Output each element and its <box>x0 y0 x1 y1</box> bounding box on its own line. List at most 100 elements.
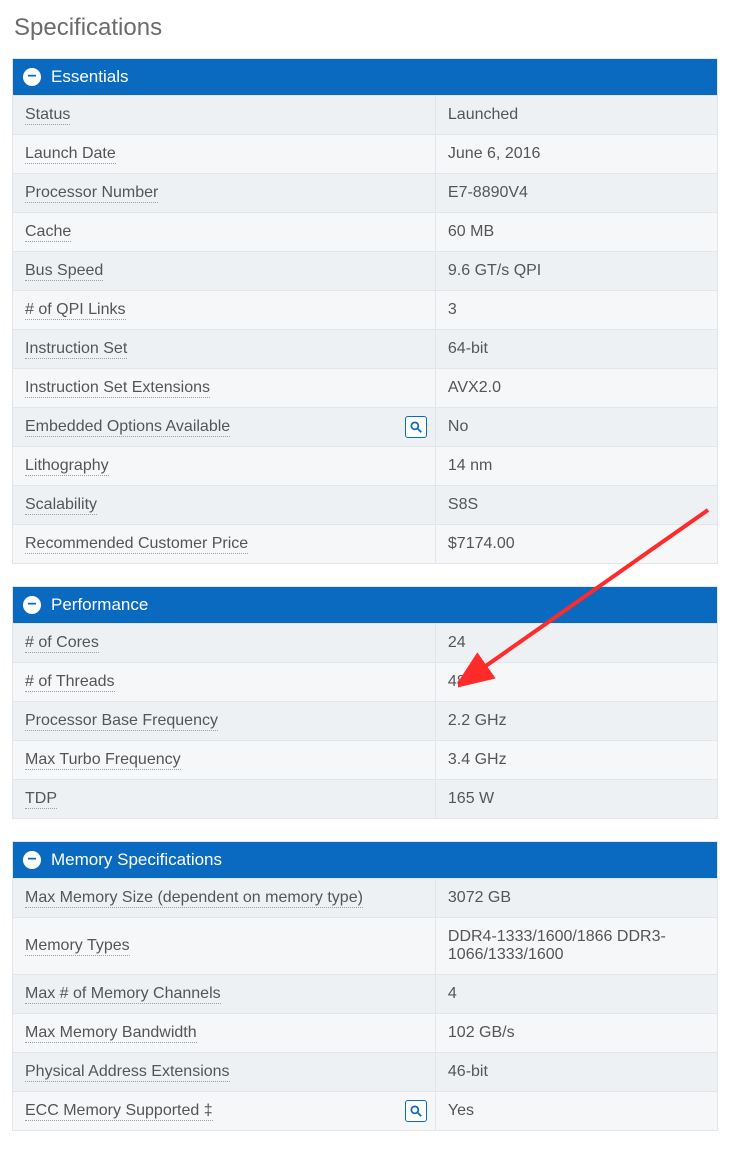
spec-value: 46-bit <box>435 1053 717 1092</box>
spec-label-cell: # of Cores <box>13 624 435 663</box>
table-row: Max Turbo Frequency 3.4 GHz <box>13 741 717 780</box>
spec-value: 102 GB/s <box>435 1014 717 1053</box>
spec-label: Processor Number <box>25 184 158 203</box>
table-row: Instruction Set Extensions AVX2.0 <box>13 369 717 408</box>
table-row: Launch Date June 6, 2016 <box>13 135 717 174</box>
page-title: Specifications <box>14 14 718 42</box>
spec-value: AVX2.0 <box>435 369 717 408</box>
spec-label-cell: Status <box>13 96 435 135</box>
spec-value: 3 <box>435 291 717 330</box>
section-title: Essentials <box>51 67 128 87</box>
spec-label: Max Turbo Frequency <box>25 751 181 770</box>
spec-value: 24 <box>435 624 717 663</box>
spec-value: $7174.00 <box>435 525 717 564</box>
spec-label-cell: Max # of Memory Channels <box>13 975 435 1014</box>
table-row: Memory TypesDDR4-1333/1600/1866 DDR3-106… <box>13 918 717 975</box>
spec-label-cell: Max Turbo Frequency <box>13 741 435 780</box>
spec-label: Bus Speed <box>25 262 103 281</box>
spec-label: Physical Address Extensions <box>25 1063 230 1082</box>
table-row: # of Cores 24 <box>13 624 717 663</box>
spec-label-cell: Max Memory Size (dependent on memory typ… <box>13 879 435 918</box>
spec-value: 3072 GB <box>435 879 717 918</box>
table-row: # of Threads 48 <box>13 663 717 702</box>
spec-label-cell: Processor Number <box>13 174 435 213</box>
spec-label-cell: Max Memory Bandwidth <box>13 1014 435 1053</box>
spec-value: S8S <box>435 486 717 525</box>
section-title: Performance <box>51 595 148 615</box>
spec-label: Max # of Memory Channels <box>25 985 221 1004</box>
section-essentials: −Essentials Status Launched Launch Date June… <box>12 58 718 564</box>
table-row: Processor Base Frequency 2.2 GHz <box>13 702 717 741</box>
section-title: Memory Specifications <box>51 850 222 870</box>
table-row: Max Memory Size (dependent on memory typ… <box>13 879 717 918</box>
table-row: Processor Number E7-8890V4 <box>13 174 717 213</box>
collapse-icon[interactable]: − <box>23 851 41 869</box>
spec-value: E7-8890V4 <box>435 174 717 213</box>
section-header-memory-specifications[interactable]: −Memory Specifications <box>13 842 717 878</box>
table-row: ECC Memory Supported ‡ Yes <box>13 1092 717 1131</box>
spec-label-cell: Recommended Customer Price <box>13 525 435 564</box>
spec-label: ECC Memory Supported ‡ <box>25 1102 213 1121</box>
spec-label-cell: Embedded Options Available <box>13 408 435 447</box>
spec-label-cell: Instruction Set <box>13 330 435 369</box>
magnifier-icon[interactable] <box>405 416 427 438</box>
table-row: Lithography 14 nm <box>13 447 717 486</box>
table-row: Bus Speed 9.6 GT/s QPI <box>13 252 717 291</box>
section-header-essentials[interactable]: −Essentials <box>13 59 717 95</box>
table-row: Max # of Memory Channels4 <box>13 975 717 1014</box>
spec-value: No <box>435 408 717 447</box>
spec-label-cell: Memory Types <box>13 918 435 975</box>
spec-value: 64-bit <box>435 330 717 369</box>
spec-label: Instruction Set <box>25 340 127 359</box>
table-row: Max Memory Bandwidth 102 GB/s <box>13 1014 717 1053</box>
table-row: Cache60 MB <box>13 213 717 252</box>
spec-label-cell: ECC Memory Supported ‡ <box>13 1092 435 1131</box>
spec-value: 165 W <box>435 780 717 819</box>
spec-value: 9.6 GT/s QPI <box>435 252 717 291</box>
spec-label: Cache <box>25 223 71 242</box>
spec-value: 3.4 GHz <box>435 741 717 780</box>
table-row: # of QPI Links3 <box>13 291 717 330</box>
table-row: Recommended Customer Price $7174.00 <box>13 525 717 564</box>
spec-value: 48 <box>435 663 717 702</box>
spec-label-cell: # of QPI Links <box>13 291 435 330</box>
spec-label: Launch Date <box>25 145 116 164</box>
spec-table: # of Cores24# of Threads48Processor Base… <box>13 623 717 818</box>
spec-label: Instruction Set Extensions <box>25 379 210 398</box>
magnifier-icon[interactable] <box>405 1100 427 1122</box>
table-row: Instruction Set 64-bit <box>13 330 717 369</box>
collapse-icon[interactable]: − <box>23 68 41 86</box>
section-memory-specifications: −Memory Specifications Max Memory Size (d… <box>12 841 718 1131</box>
spec-label-cell: Cache <box>13 213 435 252</box>
spec-value: 2.2 GHz <box>435 702 717 741</box>
spec-table: StatusLaunchedLaunch DateJune 6, 2016Pro… <box>13 95 717 563</box>
spec-label-cell: TDP <box>13 780 435 819</box>
spec-value: 14 nm <box>435 447 717 486</box>
spec-label-cell: # of Threads <box>13 663 435 702</box>
spec-label: # of Threads <box>25 673 115 692</box>
table-row: Scalability S8S <box>13 486 717 525</box>
spec-label-cell: Lithography <box>13 447 435 486</box>
spec-label-cell: Physical Address Extensions <box>13 1053 435 1092</box>
spec-label: Recommended Customer Price <box>25 535 248 554</box>
spec-label: # of Cores <box>25 634 99 653</box>
spec-label: TDP <box>25 790 57 809</box>
table-row: Physical Address Extensions 46-bit <box>13 1053 717 1092</box>
spec-label: Processor Base Frequency <box>25 712 218 731</box>
spec-label: Lithography <box>25 457 109 476</box>
table-row: Embedded Options Available No <box>13 408 717 447</box>
table-row: Status Launched <box>13 96 717 135</box>
spec-label: Scalability <box>25 496 97 515</box>
spec-label-cell: Instruction Set Extensions <box>13 369 435 408</box>
collapse-icon[interactable]: − <box>23 596 41 614</box>
spec-value: Launched <box>435 96 717 135</box>
spec-label-cell: Launch Date <box>13 135 435 174</box>
section-header-performance[interactable]: −Performance <box>13 587 717 623</box>
spec-value: Yes <box>435 1092 717 1131</box>
spec-label: Status <box>25 106 70 125</box>
spec-value: June 6, 2016 <box>435 135 717 174</box>
spec-label: Memory Types <box>25 937 130 956</box>
spec-label: Max Memory Size (dependent on memory typ… <box>25 889 363 908</box>
spec-label: Embedded Options Available <box>25 418 230 437</box>
spec-label: Max Memory Bandwidth <box>25 1024 197 1043</box>
